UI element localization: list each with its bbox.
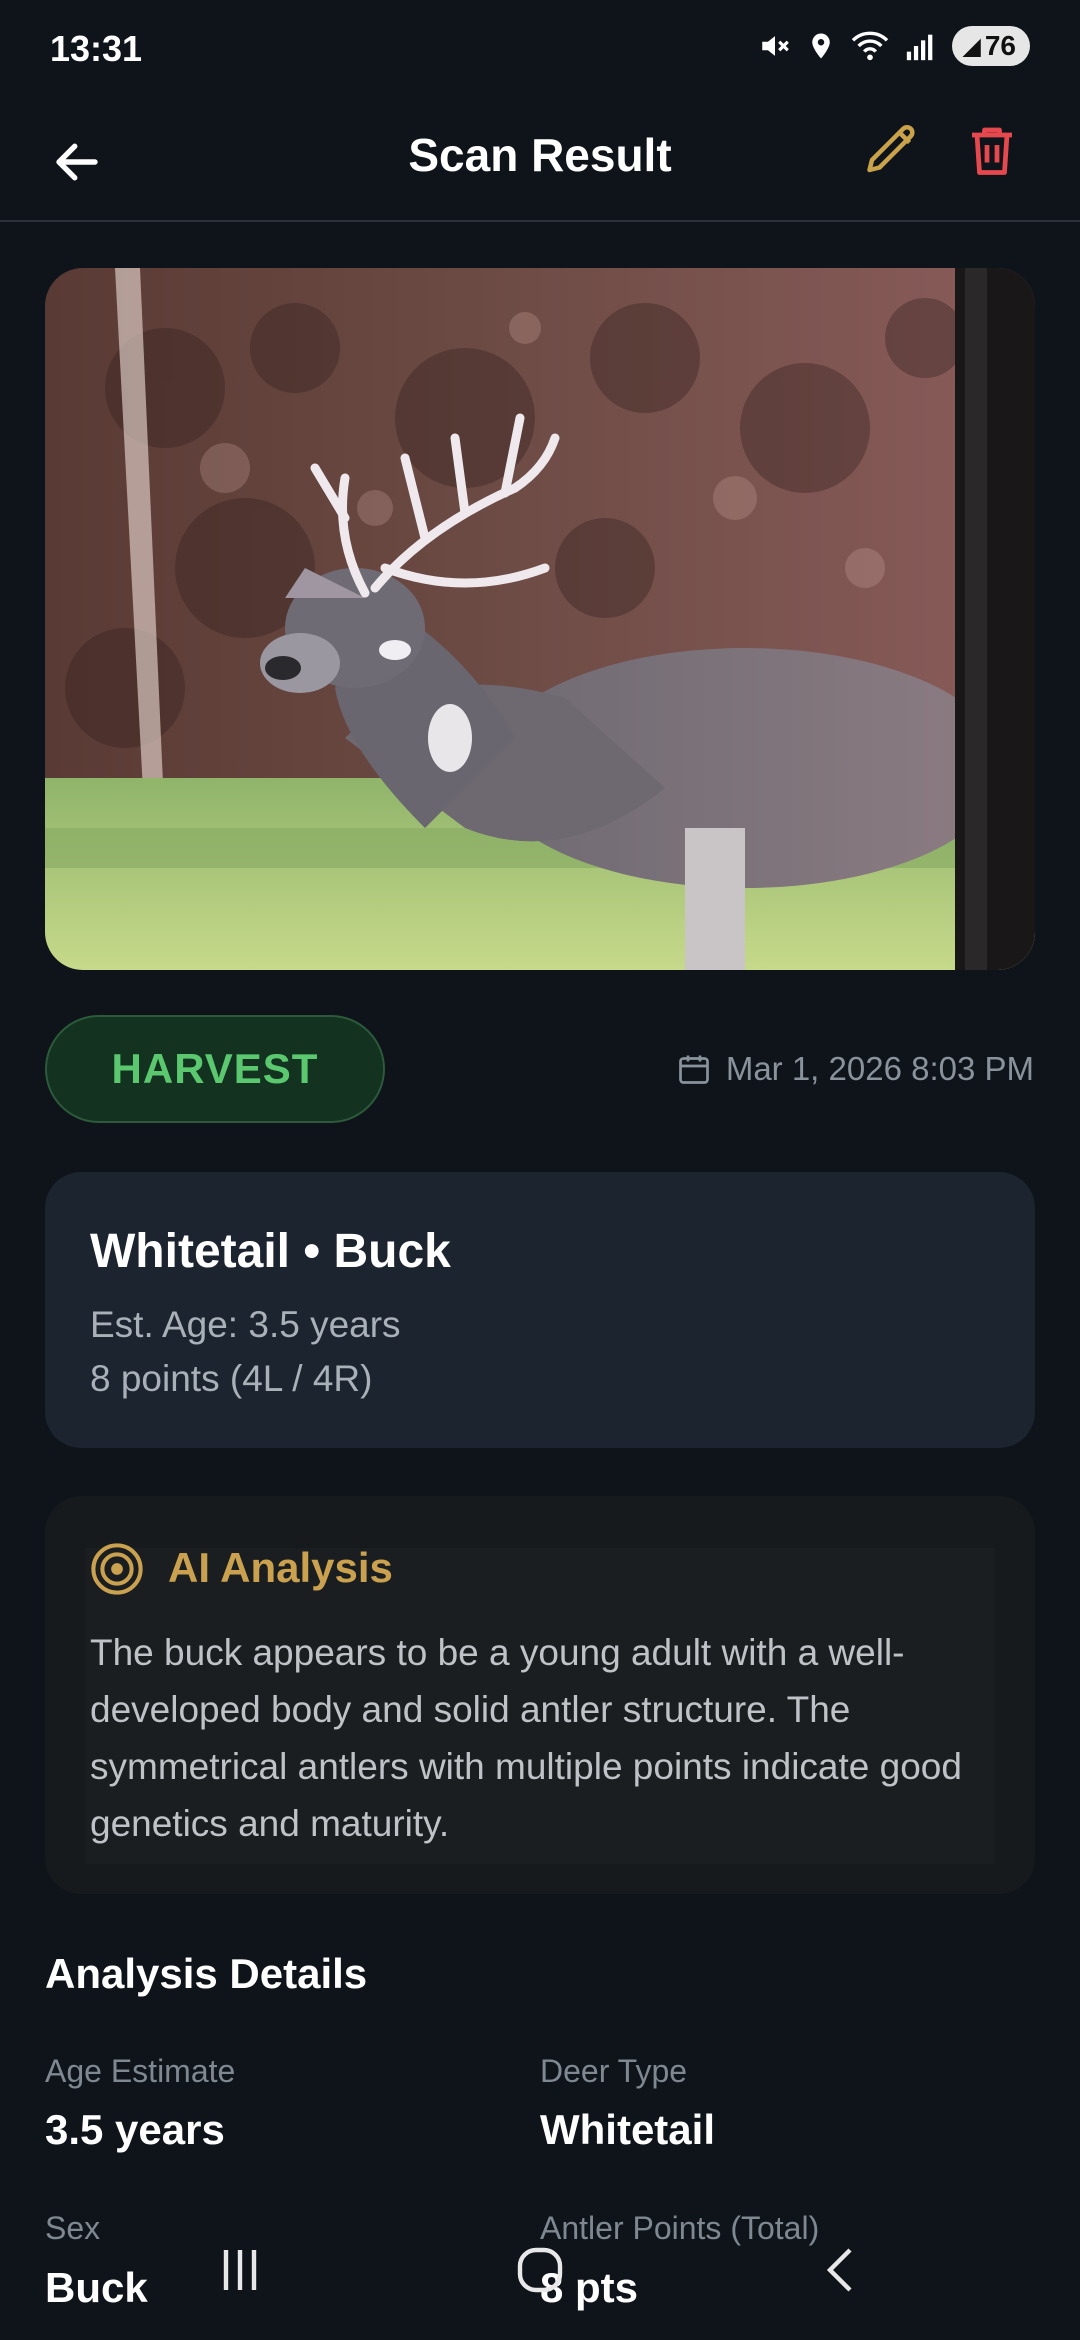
wifi-icon: [852, 31, 889, 61]
detail-label-antler-points: Antler Points (Total): [540, 2210, 820, 2246]
analysis-details-title: Analysis Details: [45, 1950, 368, 1997]
deer-photo: [45, 268, 1035, 970]
detail-label-sex: Sex: [45, 2210, 101, 2246]
detail-value-deer-type: Whitetail: [540, 2106, 715, 2153]
pencil-icon: [867, 124, 915, 173]
ai-analysis-card: AI Analysis The buck appears to be a you…: [45, 1496, 1035, 1894]
deer-photo-image: [45, 268, 1035, 970]
location-icon: [812, 33, 831, 59]
status-icons: ◢ 76: [758, 26, 1030, 66]
detail-value-sex: Buck: [45, 2264, 148, 2311]
home-button[interactable]: [510, 2240, 570, 2300]
scan-date: Mar 1, 2026 8:03 PM: [676, 1050, 1034, 1088]
battery-saver-icon: ◢: [962, 32, 981, 60]
mute-icon: [762, 36, 790, 56]
target-icon: [91, 1543, 143, 1595]
recent-apps-icon: [223, 2250, 257, 2290]
app-header: Scan Result: [0, 100, 1080, 222]
chevron-left-icon: [826, 2248, 852, 2292]
detail-label-age: Age Estimate: [45, 2053, 236, 2089]
delete-button[interactable]: [962, 120, 1026, 184]
signal-icon: [907, 34, 933, 61]
system-back-button[interactable]: [812, 2240, 872, 2300]
detail-value-age: 3.5 years: [45, 2106, 225, 2153]
trash-icon: [972, 127, 1012, 175]
summary-age: Est. Age: 3.5 years: [90, 1304, 401, 1345]
battery-icon: ◢ 76: [952, 26, 1030, 66]
summary-card: Whitetail • Buck Est. Age: 3.5 years 8 p…: [45, 1172, 1035, 1448]
battery-level: 76: [984, 30, 1016, 61]
calendar-icon: [678, 1055, 709, 1084]
home-icon: [517, 2247, 563, 2293]
ai-analysis-text: The buck appears to be a young adult wit…: [90, 1632, 962, 1844]
summary-points: 8 points (4L / 4R): [90, 1358, 373, 1399]
detail-label-deer-type: Deer Type: [540, 2053, 688, 2089]
harvest-badge: HARVEST: [45, 1015, 385, 1123]
status-time: 13:31: [50, 28, 143, 69]
summary-title: Whitetail • Buck: [90, 1225, 451, 1278]
recent-apps-button[interactable]: [210, 2240, 270, 2300]
scan-date-text: Mar 1, 2026 8:03 PM: [725, 1050, 1034, 1087]
ai-analysis-title: AI Analysis: [168, 1544, 393, 1591]
edit-button[interactable]: [862, 120, 926, 184]
